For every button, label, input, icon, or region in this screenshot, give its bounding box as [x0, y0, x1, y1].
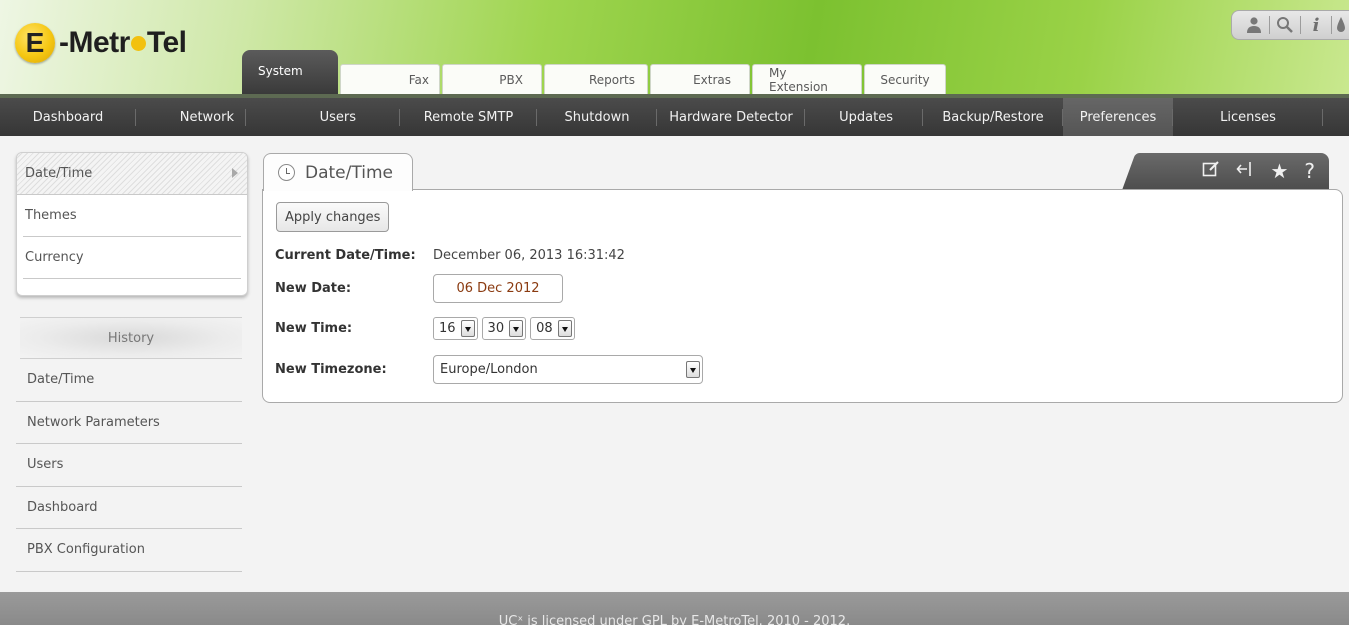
sidebar-item-label: Themes: [25, 208, 77, 223]
history-item-users[interactable]: Users: [16, 444, 242, 487]
chevron-down-icon[interactable]: [557, 319, 572, 337]
history-item-pbx-configuration[interactable]: PBX Configuration: [16, 529, 242, 572]
help-icon[interactable]: ?: [1304, 159, 1315, 183]
toolbar-divider: [1300, 16, 1301, 34]
tab-system[interactable]: System: [242, 50, 338, 94]
sidebar-item-currency[interactable]: Currency: [23, 237, 241, 279]
license-text: UCˣ is licensed under GPL by E-MetroTel.…: [498, 614, 851, 625]
tab-fax[interactable]: Fax: [340, 64, 440, 94]
page-title: Date/Time: [305, 162, 393, 183]
logo-text-part2: Tel: [146, 26, 187, 59]
hour-value: 16: [439, 320, 456, 336]
new-date-label: New Date:: [275, 280, 352, 296]
collapse-icon[interactable]: [1236, 159, 1254, 183]
toolbar-divider: [1269, 16, 1270, 34]
footer: UCˣ is licensed under GPL by E-MetroTel.…: [0, 592, 1349, 625]
panel-title-tab: Date/Time: [263, 153, 413, 191]
info-icon[interactable]: i: [1304, 12, 1328, 38]
panel-toolbar: ★ ?: [1139, 153, 1329, 189]
subnav-licenses[interactable]: Licenses: [1173, 98, 1323, 136]
logo-e-badge: E: [15, 23, 55, 63]
timezone-select[interactable]: Europe/London: [433, 354, 703, 384]
subnav-backup-restore[interactable]: Backup/Restore: [923, 98, 1063, 136]
logo-text-part1: -Metr: [59, 26, 130, 59]
subnav-remote-smtp[interactable]: Remote SMTP: [400, 98, 537, 136]
new-date-row: New Date: 06 Dec 2012: [275, 273, 563, 303]
chevron-down-icon[interactable]: [509, 319, 524, 337]
tab-reports[interactable]: Reports: [544, 64, 648, 94]
history-header: History: [20, 317, 242, 359]
sidebar-item-label: Currency: [25, 250, 84, 265]
subnav-updates[interactable]: Updates: [805, 98, 923, 136]
logo-wordmark: -Metr Tel: [59, 26, 187, 60]
toolbar-divider: [1331, 16, 1332, 34]
minute-value: 30: [487, 320, 505, 336]
main-tabs: System Fax PBX Reports Extras My Extensi…: [242, 50, 948, 98]
chevron-right-icon: [232, 168, 238, 178]
chevron-down-icon[interactable]: [686, 360, 700, 378]
subnav-hardware-detector[interactable]: Hardware Detector: [657, 98, 805, 136]
current-datetime-value: December 06, 2013 16:31:42: [433, 247, 625, 263]
utility-toolbar: i: [1231, 10, 1349, 40]
subnav-shutdown[interactable]: Shutdown: [537, 98, 657, 136]
second-value: 08: [536, 320, 553, 336]
tab-my-extension[interactable]: My Extension: [752, 64, 862, 94]
app-header: E -Metr Tel System Fax PBX Reports Extras…: [0, 0, 1349, 98]
new-timezone-label: New Timezone:: [275, 361, 387, 377]
current-datetime-label: Current Date/Time:: [275, 247, 416, 263]
sub-navigation: Dashboard Network Users Remote SMTP Shut…: [0, 98, 1349, 136]
subnav-dashboard[interactable]: Dashboard: [0, 98, 136, 136]
new-time-row: New Time: 16 30 08: [275, 315, 579, 341]
subnav-preferences[interactable]: Preferences: [1063, 98, 1173, 136]
history-item-dashboard[interactable]: Dashboard: [16, 487, 242, 529]
tab-security[interactable]: Security: [864, 64, 946, 94]
hour-select[interactable]: 16: [433, 316, 478, 340]
chevron-down-icon[interactable]: [460, 319, 475, 337]
new-timezone-row: New Timezone: Europe/London: [275, 354, 703, 384]
sidebar-item-themes[interactable]: Themes: [23, 195, 241, 237]
user-icon[interactable]: [1242, 12, 1266, 38]
sidebar-item-date-time[interactable]: Date/Time: [17, 153, 247, 195]
sidebar-item-label: Date/Time: [25, 166, 93, 181]
current-datetime-row: Current Date/Time: December 06, 2013 16:…: [275, 242, 625, 268]
history-item-network-parameters[interactable]: Network Parameters: [16, 402, 242, 444]
edit-icon[interactable]: [1202, 159, 1220, 183]
date-time-panel: Apply changes Current Date/Time: Decembe…: [262, 189, 1343, 403]
minute-select[interactable]: 30: [481, 316, 527, 340]
tab-extras[interactable]: Extras: [650, 64, 750, 94]
logo-dot: [130, 35, 146, 51]
subnav-network[interactable]: Network: [136, 98, 246, 136]
history-list: Date/Time Network Parameters Users Dashb…: [16, 359, 242, 572]
tab-pbx[interactable]: PBX: [442, 64, 542, 94]
second-select[interactable]: 08: [530, 316, 575, 340]
star-icon[interactable]: ★: [1270, 159, 1288, 183]
new-time-label: New Time:: [275, 320, 353, 336]
preferences-menu: Date/Time Themes Currency: [16, 152, 248, 296]
search-icon[interactable]: [1273, 12, 1297, 38]
subnav-users[interactable]: Users: [246, 98, 400, 136]
drop-icon[interactable]: [1335, 12, 1347, 38]
clock-icon: [278, 164, 295, 181]
emetrotel-logo[interactable]: E -Metr Tel: [15, 23, 187, 63]
timezone-value: Europe/London: [440, 361, 538, 377]
history-item-date-time[interactable]: Date/Time: [16, 359, 242, 402]
new-date-input[interactable]: 06 Dec 2012: [433, 273, 563, 303]
apply-changes-button[interactable]: Apply changes: [276, 202, 390, 232]
